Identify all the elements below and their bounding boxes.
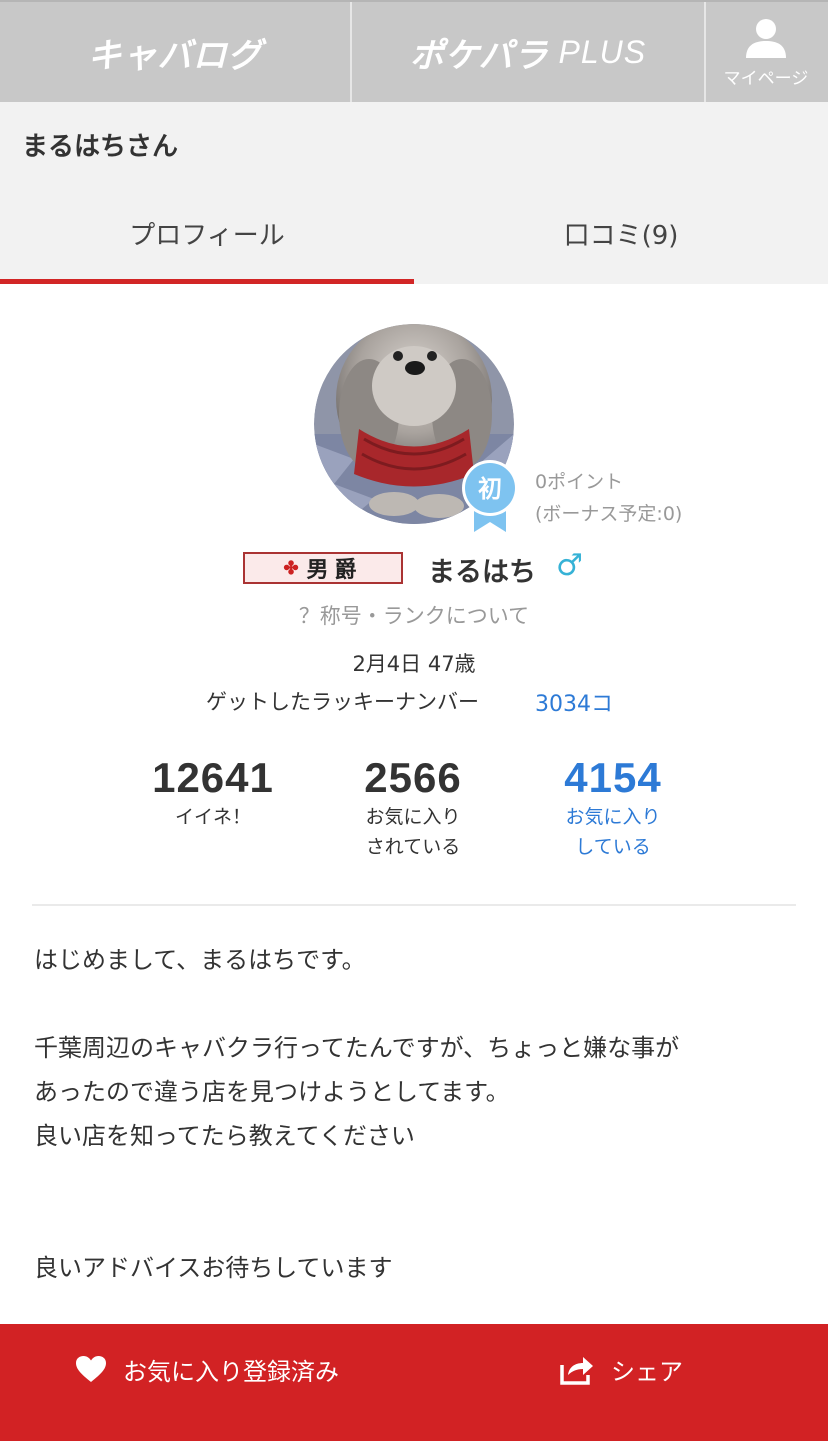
stat-favoriting[interactable]: 4154 お気に入り している	[528, 754, 698, 862]
lucky-number-value[interactable]: 3034コ	[535, 686, 613, 718]
mypage-label: マイページ	[723, 68, 809, 89]
tab-profile[interactable]: プロフィール	[0, 182, 414, 284]
pokepara-logo: ポケパラ	[409, 35, 549, 76]
pokepara-plus-link[interactable]: ポケパラ PLUS	[352, 2, 706, 102]
beginner-badge: 初	[462, 460, 518, 532]
share-icon	[560, 1357, 593, 1385]
stat-value: 2566	[364, 754, 462, 801]
tab-reviews[interactable]: 口コミ(9)	[414, 182, 828, 284]
bonus-text: (ボーナス予定:0)	[535, 503, 683, 525]
stat-favorited-by[interactable]: 2566 お気に入り されている	[328, 754, 498, 862]
mypage-button[interactable]: マイページ	[706, 2, 826, 102]
page-title: まるはちさん	[22, 132, 179, 162]
rank-title: 男爵	[306, 557, 363, 583]
profile-bio: はじめまして、まるはちです。 千葉周辺のキャバクラ行ってたんですが、ちょっと嫌な…	[34, 946, 680, 1282]
stat-label: イイネ！	[174, 806, 251, 828]
rank-help-link[interactable]: ？称号・ランクについて	[0, 600, 828, 630]
stat-likes: 12641 イイネ！	[128, 754, 298, 832]
user-title-bar: まるはちさん	[0, 102, 828, 182]
stats-row: 12641 イイネ！ 2566 お気に入り されている 4154 お気に入り し…	[0, 754, 828, 864]
ribbon-badge-icon: 初	[462, 460, 518, 532]
male-icon: ♂	[556, 548, 583, 583]
badge-label: 初	[478, 475, 502, 503]
bottom-action-bar: お気に入り登録済み シェア	[0, 1324, 828, 1441]
username: まるはち	[428, 557, 536, 588]
stat-label-line2: されている	[365, 836, 461, 858]
stat-label-line2: している	[575, 836, 651, 858]
crest-icon: ✤	[283, 557, 299, 579]
favorite-button[interactable]: お気に入り登録済み	[0, 1324, 414, 1414]
profile-tabs: プロフィール 口コミ(9)	[0, 182, 828, 284]
lucky-number-label: ゲットしたラッキーナンバー	[206, 690, 479, 714]
share-label: シェア	[611, 1357, 683, 1386]
stat-value: 4154	[564, 754, 662, 801]
pokepara-plus-text: PLUS	[558, 33, 647, 70]
heart-icon	[76, 1356, 106, 1382]
user-icon	[746, 18, 786, 58]
top-nav: キャバログ ポケパラ PLUS マイページ	[0, 0, 828, 102]
stat-label-line1: お気に入り	[365, 806, 461, 828]
share-button[interactable]: シェア	[414, 1324, 828, 1414]
kyabalog-logo: キャバログ	[87, 35, 263, 76]
points-text: 0ポイント	[535, 471, 624, 493]
favorite-label: お気に入り登録済み	[123, 1357, 339, 1386]
birthday-age: 2月4日 47歳	[352, 652, 476, 676]
stat-label-line1: お気に入り	[565, 806, 661, 828]
points-info: 0ポイント (ボーナス予定:0)	[535, 466, 682, 530]
rank-row: ✤ 男爵 まるはち ♂	[0, 548, 828, 588]
divider	[32, 904, 796, 906]
kyabalog-link[interactable]: キャバログ	[0, 2, 352, 102]
rank-title-plate: ✤ 男爵	[243, 552, 403, 584]
stat-value: 12641	[152, 754, 274, 801]
